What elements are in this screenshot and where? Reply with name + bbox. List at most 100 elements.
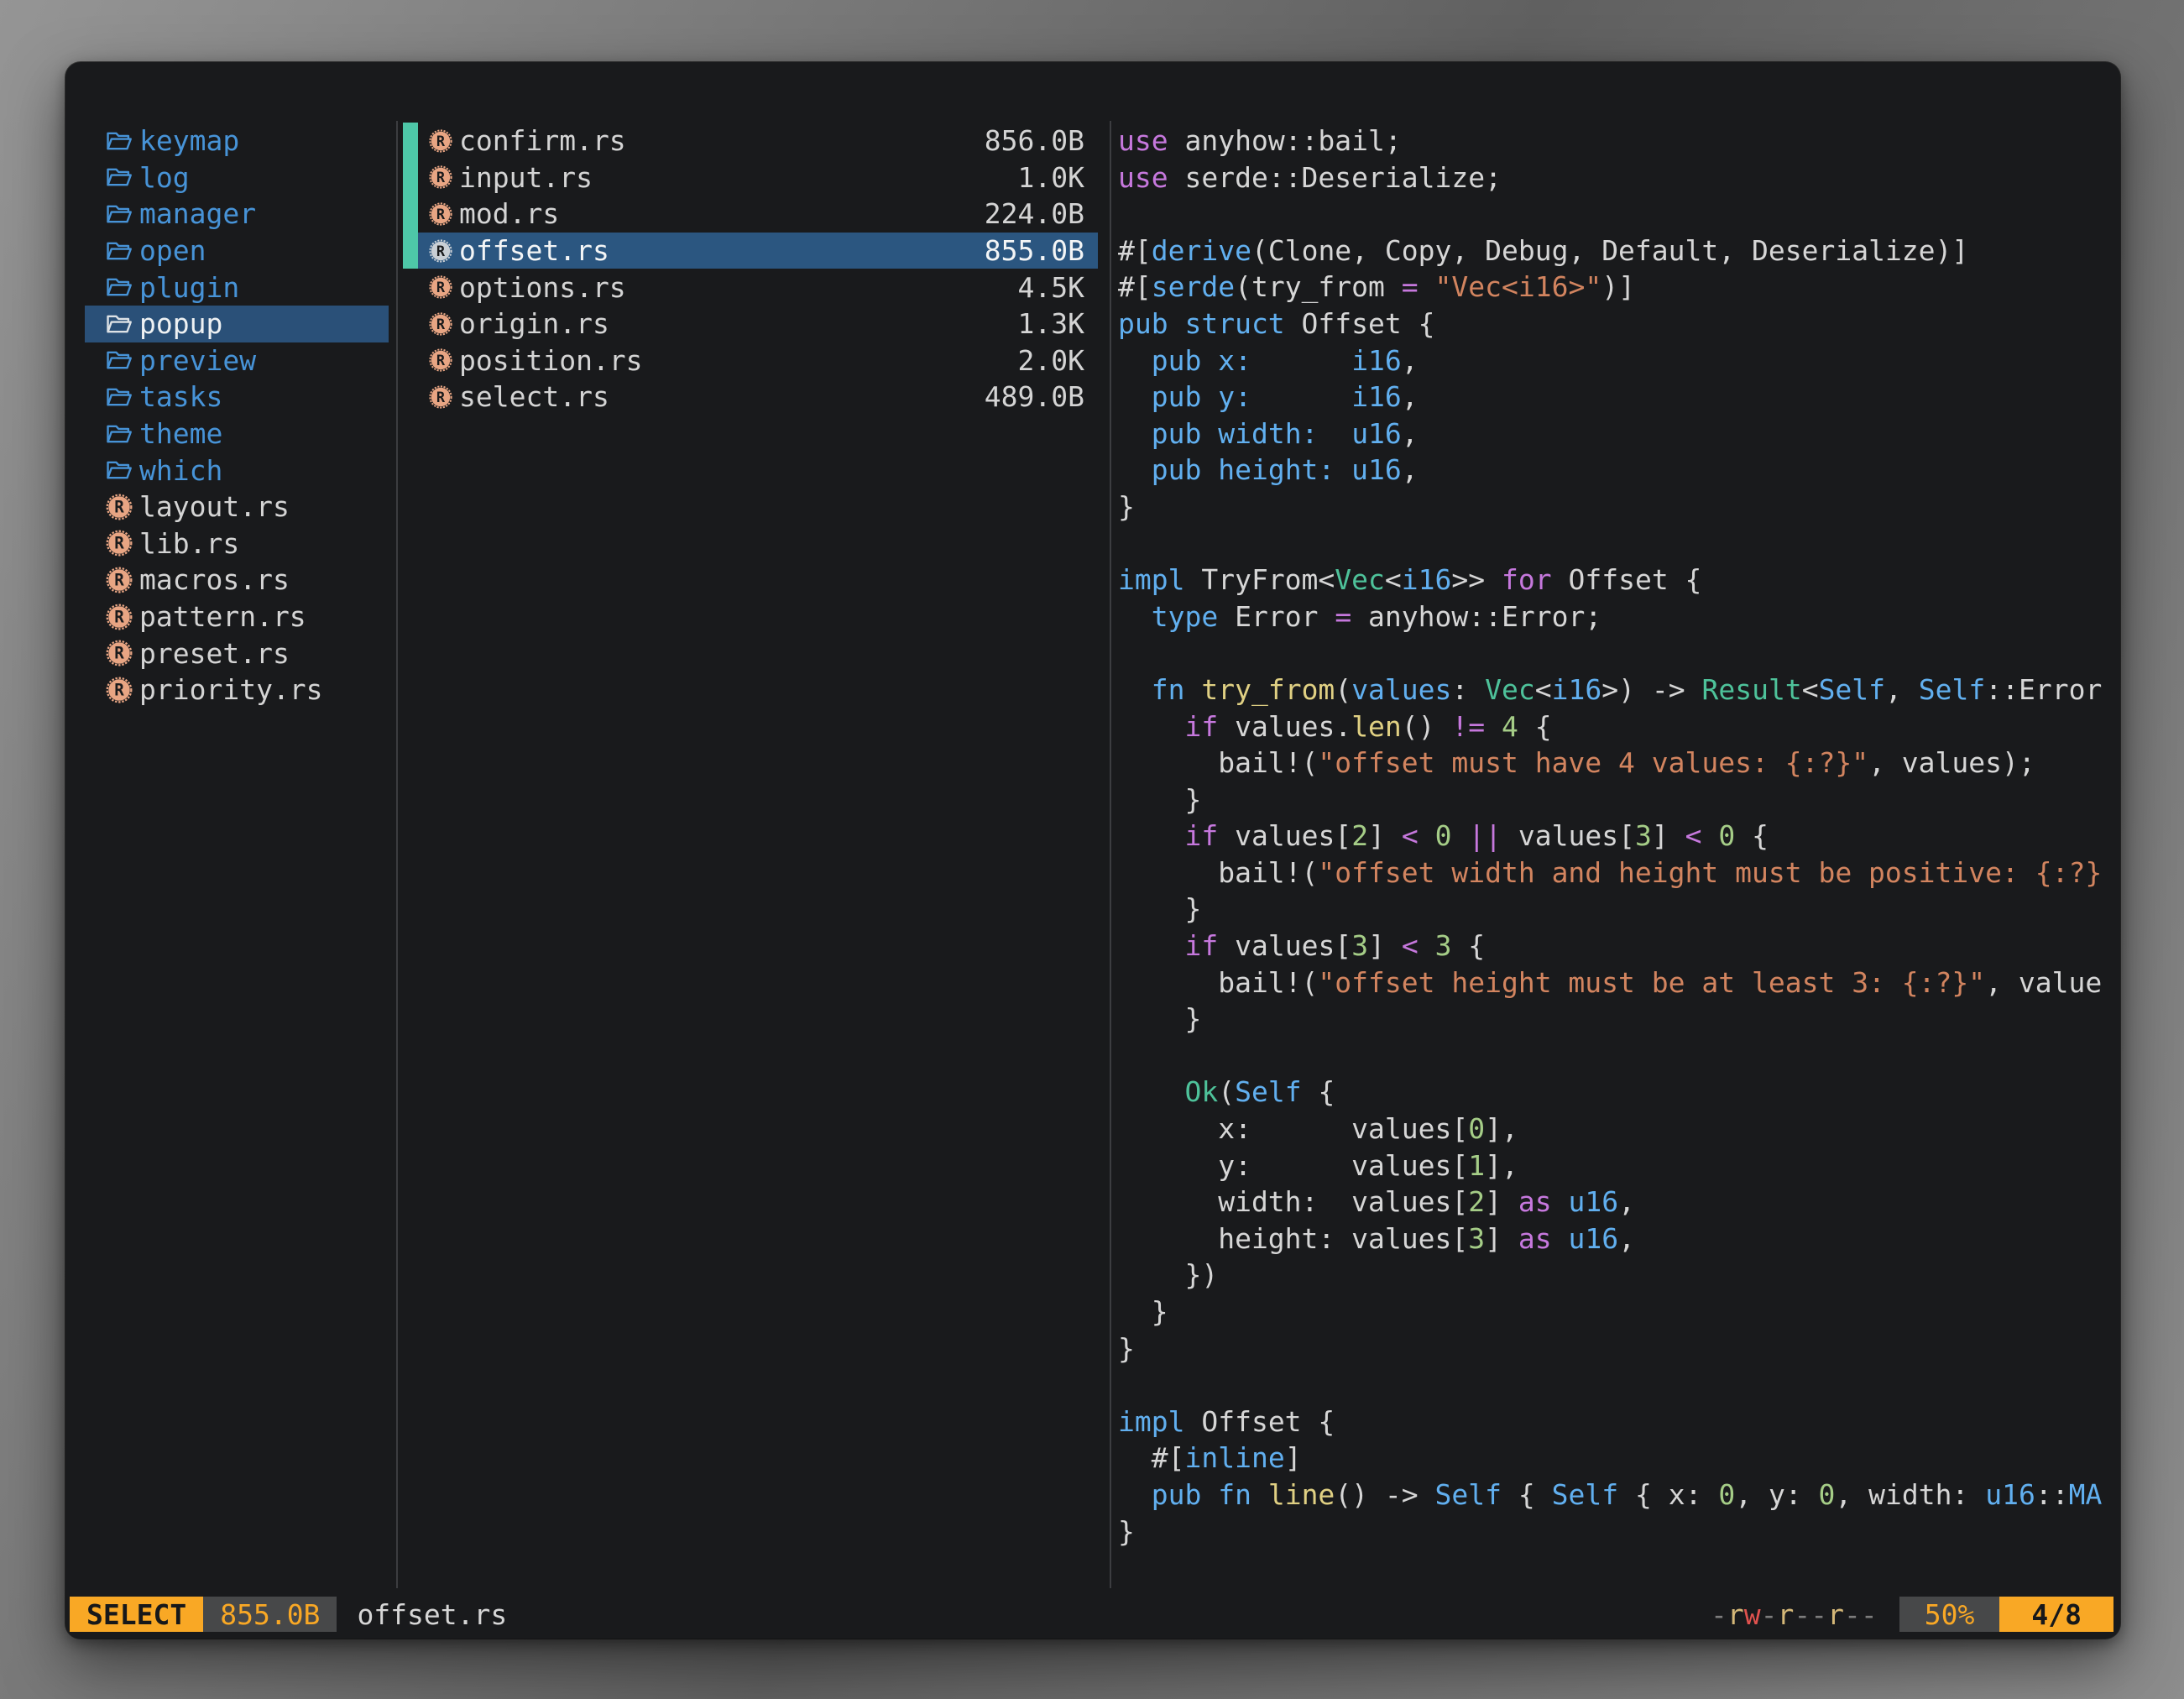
entry-label: preview <box>139 344 256 377</box>
code-line: bail!("offset width and height must be p… <box>1118 855 2108 891</box>
code-line: } <box>1118 489 2108 525</box>
cursor-position-chip: 4/8 <box>1999 1597 2113 1632</box>
rust-file-icon: R <box>105 493 133 521</box>
svg-text:R: R <box>114 644 124 663</box>
svg-text:R: R <box>114 497 124 516</box>
dir-row-which[interactable]: which <box>85 452 389 489</box>
dir-row-theme[interactable]: theme <box>85 416 389 452</box>
file-name: select.rs <box>459 380 609 413</box>
file-row-offset.rs[interactable]: Roffset.rs855.0B <box>403 233 1098 269</box>
dir-row-open[interactable]: open <box>85 233 389 269</box>
code-line: pub fn line() -> Self { Self { x: 0, y: … <box>1118 1477 2108 1513</box>
file-row-mod.rs[interactable]: Rmod.rs224.0B <box>403 196 1098 233</box>
code-line <box>1118 196 2108 233</box>
visual-select-marker <box>403 233 418 269</box>
code-line: } <box>1118 782 2108 818</box>
open-folder-icon <box>105 456 133 484</box>
dir-row-tasks[interactable]: tasks <box>85 379 389 416</box>
open-folder-icon <box>105 273 133 301</box>
terminal-window: keymaplogmanager openpluginpopup previewta… <box>65 62 2120 1639</box>
visual-select-marker <box>403 123 418 159</box>
file-row-macros.rs[interactable]: Rmacros.rs <box>85 562 389 599</box>
file-size: 856.0B <box>985 124 1084 157</box>
code-line: if values[3] < 3 { <box>1118 928 2108 965</box>
entry-label: open <box>139 234 206 267</box>
pane-divider-left <box>396 121 398 1588</box>
rust-file-icon: R <box>428 274 453 300</box>
code-line: pub x: i16, <box>1118 342 2108 379</box>
open-folder-icon <box>105 127 133 155</box>
dir-row-preview[interactable]: preview <box>85 342 389 379</box>
open-folder-icon <box>105 383 133 411</box>
rust-file-icon: R <box>105 676 133 704</box>
dir-row-manager[interactable]: manager <box>85 196 389 233</box>
code-line: bail!("offset must have 4 values: {:?}",… <box>1118 745 2108 782</box>
file-row-lib.rs[interactable]: Rlib.rs <box>85 525 389 562</box>
file-size: 489.0B <box>985 380 1084 413</box>
file-row-pattern.rs[interactable]: Rpattern.rs <box>85 599 389 635</box>
code-line: fn try_from(values: Vec<i16>) -> Result<… <box>1118 672 2108 708</box>
mode-badge: SELECT <box>70 1597 203 1632</box>
file-row-input.rs[interactable]: Rinput.rs1.0K <box>403 159 1098 196</box>
svg-text:R: R <box>114 534 124 553</box>
file-row-confirm.rs[interactable]: Rconfirm.rs856.0B <box>403 123 1098 159</box>
code-line: bail!("offset height must be at least 3:… <box>1118 965 2108 1001</box>
code-line: if values[2] < 0 || values[3] < 0 { <box>1118 818 2108 855</box>
status-bar: SELECT 855.0B offset.rs -rw-r--r-- 50% 4… <box>70 1597 2113 1632</box>
code-line <box>1118 1367 2108 1404</box>
rust-file-icon: R <box>105 566 133 594</box>
file-row-position.rs[interactable]: Rposition.rs2.0K <box>403 342 1098 379</box>
file-row-inner: Rorigin.rs 1.3K <box>418 306 1098 342</box>
status-filename: offset.rs <box>357 1598 507 1631</box>
file-size-chip: 855.0B <box>203 1597 337 1632</box>
file-name: confirm.rs <box>459 124 626 157</box>
parent-directory-pane[interactable]: keymaplogmanager openpluginpopup previewta… <box>85 123 389 708</box>
code-line: pub width: u16, <box>1118 416 2108 452</box>
entry-label: popup <box>139 307 222 340</box>
file-row-priority.rs[interactable]: Rpriority.rs <box>85 672 389 708</box>
code-line: use serde::Deserialize; <box>1118 159 2108 196</box>
code-line: #[derive(Clone, Copy, Debug, Default, De… <box>1118 233 2108 269</box>
svg-text:R: R <box>436 169 446 186</box>
dir-row-log[interactable]: log <box>85 159 389 196</box>
file-row-origin.rs[interactable]: Rorigin.rs 1.3K <box>403 306 1098 342</box>
open-folder-icon <box>105 346 133 374</box>
file-preview-pane[interactable]: use anyhow::bail;use serde::Deserialize;… <box>1118 123 2108 1550</box>
file-name: position.rs <box>459 344 643 377</box>
code-line <box>1118 635 2108 672</box>
current-directory-pane[interactable]: Rconfirm.rs 856.0BRinput.rs1.0KRmod.rs224… <box>403 123 1098 416</box>
code-line: pub struct Offset { <box>1118 306 2108 342</box>
open-folder-icon <box>105 420 133 448</box>
file-row-preset.rs[interactable]: Rpreset.rs <box>85 635 389 672</box>
code-line: } <box>1118 1330 2108 1367</box>
file-row-inner: Rposition.rs2.0K <box>418 342 1098 379</box>
file-row-inner: Roptions.rs4.5K <box>418 269 1098 306</box>
code-line <box>1118 525 2108 562</box>
dir-row-plugin[interactable]: plugin <box>85 269 389 306</box>
open-folder-icon <box>105 200 133 228</box>
dir-row-popup[interactable]: popup <box>85 306 389 342</box>
code-line: #[inline] <box>1118 1440 2108 1477</box>
svg-text:R: R <box>436 316 446 332</box>
svg-text:R: R <box>436 242 446 259</box>
file-size: 224.0B <box>985 197 1084 230</box>
file-row-inner: Rconfirm.rs856.0B <box>418 123 1098 159</box>
svg-text:R: R <box>114 607 124 626</box>
entry-label: manager <box>139 197 256 230</box>
svg-text:R: R <box>436 279 446 295</box>
entry-label: log <box>139 161 190 194</box>
file-size: 1.3K <box>1018 307 1084 340</box>
entry-label: priority.rs <box>139 673 323 706</box>
rust-file-icon: R <box>428 311 453 337</box>
code-line: }) <box>1118 1257 2108 1294</box>
file-name: origin.rs <box>459 307 609 340</box>
dir-row-keymap[interactable]: keymap <box>85 123 389 159</box>
rust-file-icon: R <box>428 201 453 227</box>
entry-label: tasks <box>139 380 222 413</box>
open-folder-icon <box>105 163 133 191</box>
file-row-options.rs[interactable]: Roptions.rs4.5K <box>403 269 1098 306</box>
code-line: x: values[0], <box>1118 1111 2108 1147</box>
file-row-select.rs[interactable]: Rselect.rs489.0B <box>403 379 1098 416</box>
open-folder-icon <box>105 237 133 265</box>
file-row-layout.rs[interactable]: Rlayout.rs <box>85 489 389 525</box>
